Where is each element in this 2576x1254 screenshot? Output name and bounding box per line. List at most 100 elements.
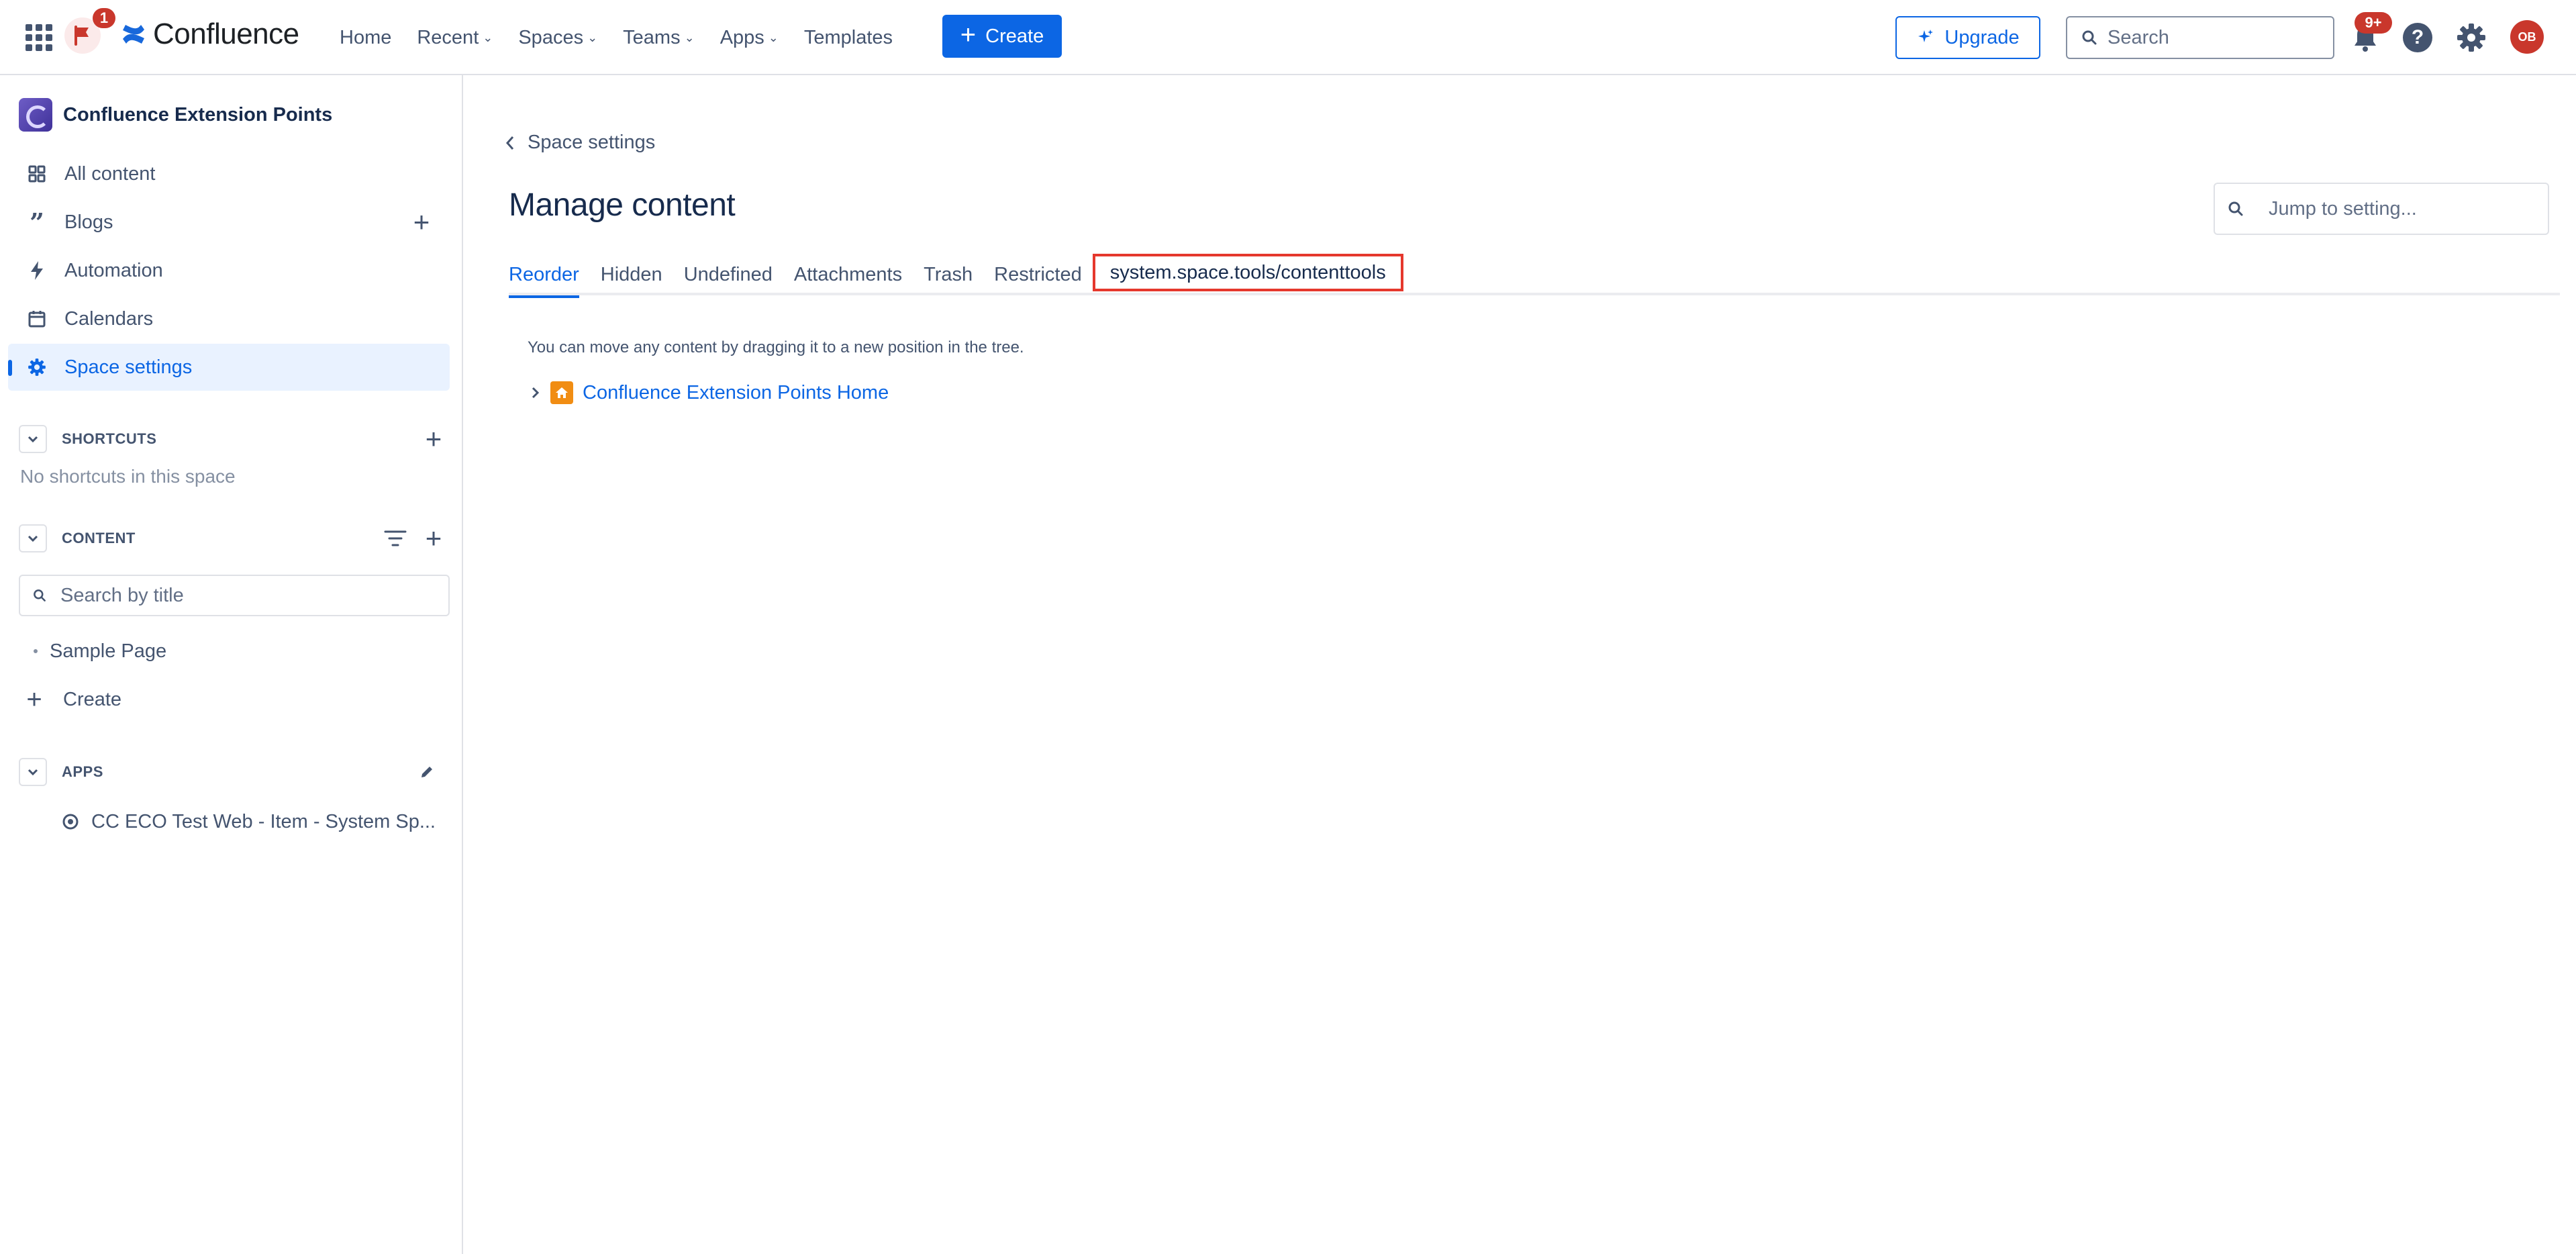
content-title: CONTENT xyxy=(62,530,136,546)
upgrade-button[interactable]: Upgrade xyxy=(1895,16,2040,59)
add-shortcut-plus-icon[interactable]: + xyxy=(420,423,447,454)
chevron-down-icon: ⌄ xyxy=(768,30,779,44)
sidebar-item-automation[interactable]: Automation xyxy=(8,247,450,294)
space-header[interactable]: Confluence Extension Points xyxy=(19,98,332,132)
bullet-dot-icon xyxy=(34,649,38,653)
tab-undefined[interactable]: Undefined xyxy=(684,254,773,295)
jump-to-setting-input[interactable]: Jump to setting... xyxy=(2214,183,2549,235)
page-title: Manage content xyxy=(509,187,736,223)
sidebar-item-label: Automation xyxy=(64,259,163,281)
app-item-cc-eco[interactable]: CC ECO Test Web - Item - System Sp... xyxy=(62,802,436,842)
nav-home-label: Home xyxy=(340,26,392,48)
product-name: Confluence xyxy=(153,17,299,50)
jump-to-setting-placeholder: Jump to setting... xyxy=(2269,197,2417,220)
sidebar-item-calendars[interactable]: Calendars xyxy=(8,295,450,342)
add-content-plus-icon[interactable]: + xyxy=(420,522,447,554)
tab-trash[interactable]: Trash xyxy=(924,254,973,295)
create-button[interactable]: + Create xyxy=(942,15,1062,58)
help-icon[interactable]: ? xyxy=(2403,23,2432,52)
app-target-icon xyxy=(62,814,79,830)
calendar-icon xyxy=(26,307,48,330)
content-create-button[interactable]: + Create xyxy=(19,679,121,720)
quote-icon: ” xyxy=(30,207,44,238)
lightning-icon xyxy=(26,259,48,282)
primary-nav: Home Recent ⌄ Spaces ⌄ Teams ⌄ Apps ⌄ Templa… xyxy=(340,24,918,51)
tab-reorder[interactable]: Reorder xyxy=(509,254,579,298)
sidebar-item-label: Calendars xyxy=(64,307,154,330)
tab-contenttools[interactable]: system.space.tools/contenttools xyxy=(1092,254,1403,291)
search-icon xyxy=(34,589,46,601)
search-by-title-placeholder: Search by title xyxy=(60,584,184,606)
shortcuts-section-header[interactable]: SHORTCUTS xyxy=(19,424,156,454)
flag-count-badge: 1 xyxy=(93,8,115,28)
sidebar-item-label: Blogs xyxy=(64,211,113,233)
app-switcher-icon[interactable] xyxy=(26,24,52,51)
chevron-down-icon: ⌄ xyxy=(483,30,493,44)
chevron-right-icon[interactable] xyxy=(530,385,541,400)
nav-apps[interactable]: Apps ⌄ xyxy=(720,24,779,51)
back-link-label: Space settings xyxy=(528,132,656,153)
page-tree-root-label[interactable]: Confluence Extension Points Home xyxy=(583,382,889,404)
search-by-title-input[interactable]: Search by title xyxy=(19,575,450,616)
content-tree-item-sample-page[interactable]: Sample Page xyxy=(19,631,166,671)
sidebar-item-label: All content xyxy=(64,162,156,185)
gear-icon xyxy=(26,356,48,379)
notifications-count-badge: 9+ xyxy=(2355,12,2392,34)
search-icon xyxy=(2228,201,2243,216)
tab-hidden[interactable]: Hidden xyxy=(601,254,662,295)
shortcuts-title: SHORTCUTS xyxy=(62,430,157,447)
space-name: Confluence Extension Points xyxy=(63,103,333,126)
content-section-header[interactable]: CONTENT xyxy=(19,524,136,553)
apps-section-header[interactable]: APPS xyxy=(19,757,103,787)
search-placeholder: Search xyxy=(2108,26,2169,48)
add-blog-plus-icon[interactable]: + xyxy=(408,206,435,238)
tab-restricted[interactable]: Restricted xyxy=(994,254,1082,295)
upgrade-button-label: Upgrade xyxy=(1944,26,2020,48)
page-tree-root[interactable]: Confluence Extension Points Home xyxy=(530,381,889,404)
nav-teams[interactable]: Teams ⌄ xyxy=(623,24,695,51)
settings-gear-icon[interactable] xyxy=(2455,21,2487,54)
sidebar-item-all-content[interactable]: All content xyxy=(8,150,450,197)
sidebar-item-label: Space settings xyxy=(64,356,193,378)
content-create-label: Create xyxy=(63,688,122,710)
top-navigation-bar: 1 Confluence Home Recent ⌄ Spaces ⌄ Teams ⌄… xyxy=(0,0,2576,75)
content-tree-item-label: Sample Page xyxy=(50,640,167,662)
chevron-down-icon: ⌄ xyxy=(684,30,695,44)
chevron-left-icon xyxy=(505,136,514,150)
space-sidebar: Confluence Extension Points All content … xyxy=(0,75,463,1254)
nav-apps-label: Apps xyxy=(720,26,764,48)
nav-spaces[interactable]: Spaces ⌄ xyxy=(518,24,597,51)
nav-spaces-label: Spaces xyxy=(518,26,584,48)
nav-templates[interactable]: Templates xyxy=(804,24,893,51)
no-shortcuts-text: No shortcuts in this space xyxy=(20,466,236,487)
pencil-icon[interactable] xyxy=(419,764,435,780)
confluence-logo[interactable]: Confluence xyxy=(121,17,299,51)
user-avatar[interactable]: OB xyxy=(2510,20,2544,54)
nav-recent-label: Recent xyxy=(417,26,479,48)
create-button-label: Create xyxy=(985,25,1044,47)
nav-templates-label: Templates xyxy=(803,26,893,48)
apps-title: APPS xyxy=(62,763,103,780)
nav-recent[interactable]: Recent ⌄ xyxy=(417,24,493,51)
sparkle-icon xyxy=(1918,30,1934,42)
global-search-input[interactable]: Search xyxy=(2066,16,2334,59)
home-icon xyxy=(550,381,573,404)
chevron-down-icon[interactable] xyxy=(19,425,47,453)
app-item-label: CC ECO Test Web - Item - System Sp... xyxy=(91,810,436,832)
nav-home[interactable]: Home xyxy=(340,24,391,51)
nav-teams-label: Teams xyxy=(623,26,681,48)
tab-attachments[interactable]: Attachments xyxy=(794,254,902,295)
chevron-down-icon[interactable] xyxy=(19,758,47,786)
back-to-space-settings-link[interactable]: Space settings xyxy=(505,132,655,154)
plus-icon: + xyxy=(960,20,977,50)
chevron-down-icon[interactable] xyxy=(19,524,47,552)
grid-icon xyxy=(26,162,48,185)
sidebar-item-space-settings[interactable]: Space settings xyxy=(8,344,450,391)
manage-content-tabs: Reorder Hidden Undefined Attachments Tra… xyxy=(509,254,2560,298)
search-icon xyxy=(2082,30,2097,45)
chevron-down-icon: ⌄ xyxy=(587,30,598,44)
sidebar-item-blogs[interactable]: ” Blogs + xyxy=(8,199,450,246)
filter-icon[interactable] xyxy=(384,529,407,548)
confluence-logo-icon xyxy=(123,25,144,44)
plus-icon: + xyxy=(26,684,42,714)
